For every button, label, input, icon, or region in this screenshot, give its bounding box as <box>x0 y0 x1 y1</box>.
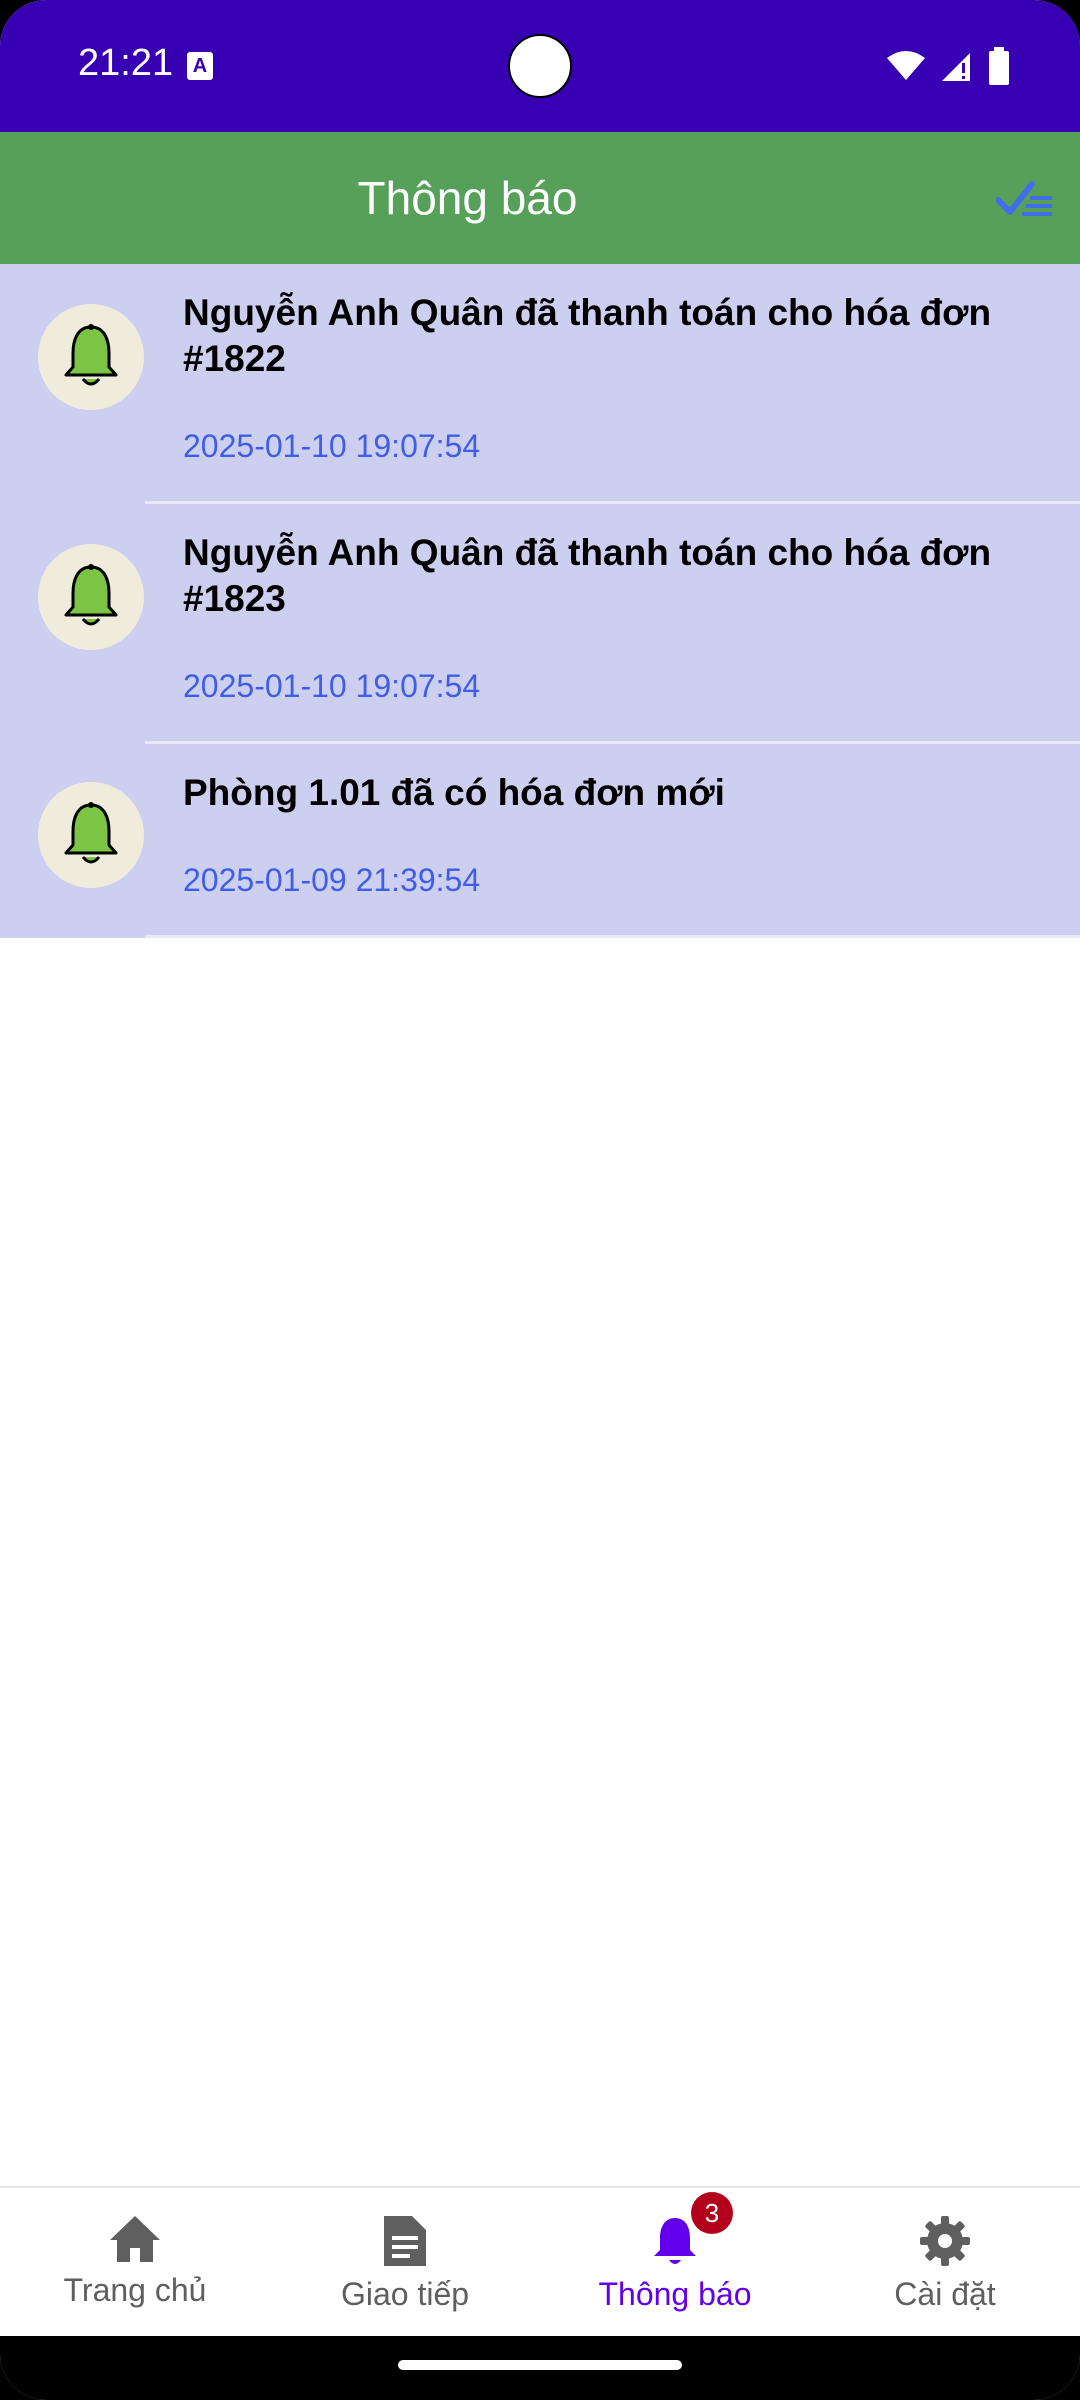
notification-item[interactable]: Phòng 1.01 đã có hóa đơn mới 2025-01-09 … <box>0 744 1080 938</box>
bell-icon <box>64 324 118 386</box>
battery-icon <box>989 47 1009 85</box>
gear-icon <box>920 2216 970 2266</box>
bell-icon <box>654 2218 696 2264</box>
nav-label: Giao tiếp <box>340 2276 470 2312</box>
notification-badge: 3 <box>691 2192 733 2234</box>
mark-all-read-icon[interactable] <box>996 176 1056 220</box>
notification-avatar <box>38 304 144 410</box>
nav-label: Thông báo <box>598 2276 752 2312</box>
nav-item-settings[interactable]: Cài đặt <box>810 2188 1080 2338</box>
notification-list: Nguyễn Anh Quân đã thanh toán cho hóa đơ… <box>0 264 1080 938</box>
phone-screen: 21:21 A Thông báo Nguyễn Anh Quân đã tha… <box>0 0 1080 2400</box>
bell-icon <box>64 802 118 864</box>
bell-icon <box>64 564 118 626</box>
nav-item-home[interactable]: Trang chủ <box>0 2188 270 2338</box>
page-title: Thông báo <box>357 172 578 224</box>
notification-item[interactable]: Nguyễn Anh Quân đã thanh toán cho hóa đơ… <box>0 504 1080 744</box>
home-icon <box>110 2216 160 2262</box>
notification-title: Nguyễn Anh Quân đã thanh toán cho hóa đơ… <box>183 532 992 619</box>
status-icons <box>886 46 1010 86</box>
notification-time: 2025-01-09 21:39:54 <box>183 862 481 898</box>
notification-item[interactable]: Nguyễn Anh Quân đã thanh toán cho hóa đơ… <box>0 264 1080 504</box>
status-time: 21:21 <box>78 42 174 84</box>
status-bar: 21:21 A <box>0 0 1080 132</box>
gesture-bar <box>0 2336 1080 2400</box>
notification-time: 2025-01-10 19:07:54 <box>183 668 481 704</box>
nav-label: Cài đặt <box>894 2276 996 2312</box>
notification-title: Nguyễn Anh Quân đã thanh toán cho hóa đơ… <box>183 292 992 379</box>
app-bar: Thông báo <box>0 132 1080 264</box>
divider <box>145 935 1080 938</box>
wifi-icon <box>887 51 925 80</box>
notification-avatar <box>38 782 144 888</box>
nav-item-communication[interactable]: Giao tiếp <box>270 2188 540 2338</box>
nav-label: Trang chủ <box>63 2272 207 2308</box>
bottom-navigation: Trang chủ Giao tiếp 3 Thông báo Cài đặt <box>0 2186 1080 2338</box>
document-icon <box>384 2216 426 2266</box>
signal-icon <box>942 53 970 81</box>
keyboard-a-icon: A <box>187 52 213 80</box>
notification-time: 2025-01-10 19:07:54 <box>183 428 481 464</box>
home-indicator[interactable] <box>398 2360 682 2370</box>
nav-item-notifications[interactable]: 3 Thông báo <box>540 2188 810 2338</box>
notification-title: Phòng 1.01 đã có hóa đơn mới <box>183 772 725 813</box>
notification-avatar <box>38 544 144 650</box>
camera-cutout <box>508 34 572 98</box>
